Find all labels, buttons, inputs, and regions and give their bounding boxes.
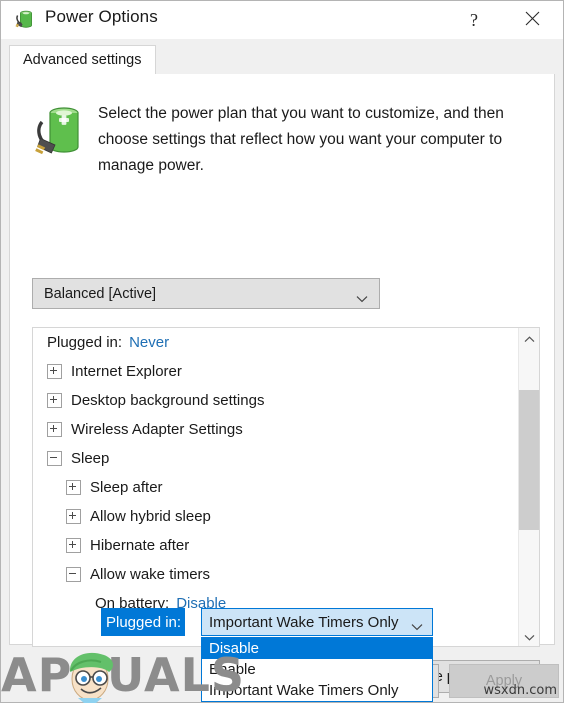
settings-row[interactable]: Internet Explorer: [33, 357, 518, 386]
close-button[interactable]: [509, 1, 555, 39]
help-icon: ?: [470, 9, 478, 30]
tab-strip: Advanced settings: [9, 45, 555, 75]
settings-row-label: Sleep after: [90, 479, 163, 496]
panel-description: Select the power plan that you want to c…: [98, 105, 504, 174]
scroll-up-button[interactable]: [519, 328, 539, 348]
settings-row[interactable]: Allow hybrid sleep: [33, 502, 518, 531]
settings-row-label: Sleep: [71, 450, 110, 467]
appuals-mascot-icon: [59, 646, 125, 704]
window-title: Power Options: [45, 7, 158, 26]
dropdown-option[interactable]: Important Wake Timers Only: [202, 680, 432, 701]
wake-timers-dropdown[interactable]: Disable Enable Important Wake Timers Only: [201, 637, 433, 702]
wake-timers-value: Important Wake Timers Only: [209, 613, 399, 631]
expand-icon[interactable]: [66, 538, 81, 553]
site-watermark: wsxdn.com: [483, 683, 558, 698]
collapse-icon[interactable]: [47, 451, 62, 466]
settings-row[interactable]: Desktop background settings: [33, 386, 518, 415]
settings-row-label: Desktop background settings: [71, 392, 265, 409]
expand-icon[interactable]: [47, 393, 62, 408]
wake-timers-select[interactable]: Important Wake Timers Only: [201, 608, 433, 636]
dropdown-option[interactable]: Enable: [202, 659, 432, 680]
settings-tree: Plugged in: Never Internet Explorer Desktop…: [33, 328, 518, 646]
title-bar: Power Options ?: [1, 1, 563, 39]
chevron-down-icon: [411, 618, 423, 631]
chevron-down-icon: [356, 290, 368, 302]
settings-row[interactable]: Plugged in: Never: [33, 328, 518, 357]
tab-advanced-settings[interactable]: Advanced settings: [9, 45, 156, 75]
settings-row[interactable]: Sleep: [33, 444, 518, 473]
scroll-down-button[interactable]: [519, 626, 539, 646]
power-plan-select[interactable]: Balanced [Active]: [32, 278, 380, 309]
power-options-window: Power Options ? Advanced settings Select…: [0, 0, 564, 703]
advanced-settings-panel: Select the power plan that you want to c…: [9, 74, 555, 702]
advanced-settings-list[interactable]: Plugged in: Never Internet Explorer Desktop…: [32, 327, 540, 647]
expand-icon[interactable]: [66, 509, 81, 524]
settings-row[interactable]: Wireless Adapter Settings: [33, 415, 518, 444]
settings-row-label: Allow wake timers: [90, 566, 211, 583]
selected-row-label: Plugged in:: [101, 608, 186, 636]
expand-icon[interactable]: [66, 480, 81, 495]
settings-row-label: Plugged in:: [47, 334, 123, 351]
appuals-watermark: APPUALS: [1, 646, 244, 704]
chevron-down-icon: [524, 628, 535, 644]
chevron-up-icon: [524, 330, 535, 346]
expand-icon[interactable]: [47, 364, 62, 379]
expand-icon[interactable]: [47, 422, 62, 437]
settings-row-label: Hibernate after: [90, 537, 190, 554]
help-button[interactable]: ?: [451, 1, 497, 39]
power-plan-value: Balanced [Active]: [44, 285, 157, 302]
settings-row[interactable]: Hibernate after: [33, 531, 518, 560]
settings-row-label: Internet Explorer: [71, 363, 182, 380]
tab-label: Advanced settings: [23, 52, 142, 68]
power-battery-plug-icon: [15, 9, 37, 31]
settings-row-value[interactable]: Never: [129, 334, 169, 351]
settings-row-label: Wireless Adapter Settings: [71, 421, 243, 438]
settings-row[interactable]: Sleep after: [33, 473, 518, 502]
dropdown-option[interactable]: Disable: [202, 638, 432, 659]
settings-row-label: Allow hybrid sleep: [90, 508, 211, 525]
settings-row[interactable]: Allow wake timers: [33, 560, 518, 589]
list-scrollbar[interactable]: [518, 328, 539, 646]
selected-row-label-text: Plugged in:: [106, 613, 182, 631]
scrollbar-thumb[interactable]: [519, 390, 539, 530]
battery-plug-icon: [34, 102, 88, 162]
close-icon: [525, 11, 540, 29]
collapse-icon[interactable]: [66, 567, 81, 582]
